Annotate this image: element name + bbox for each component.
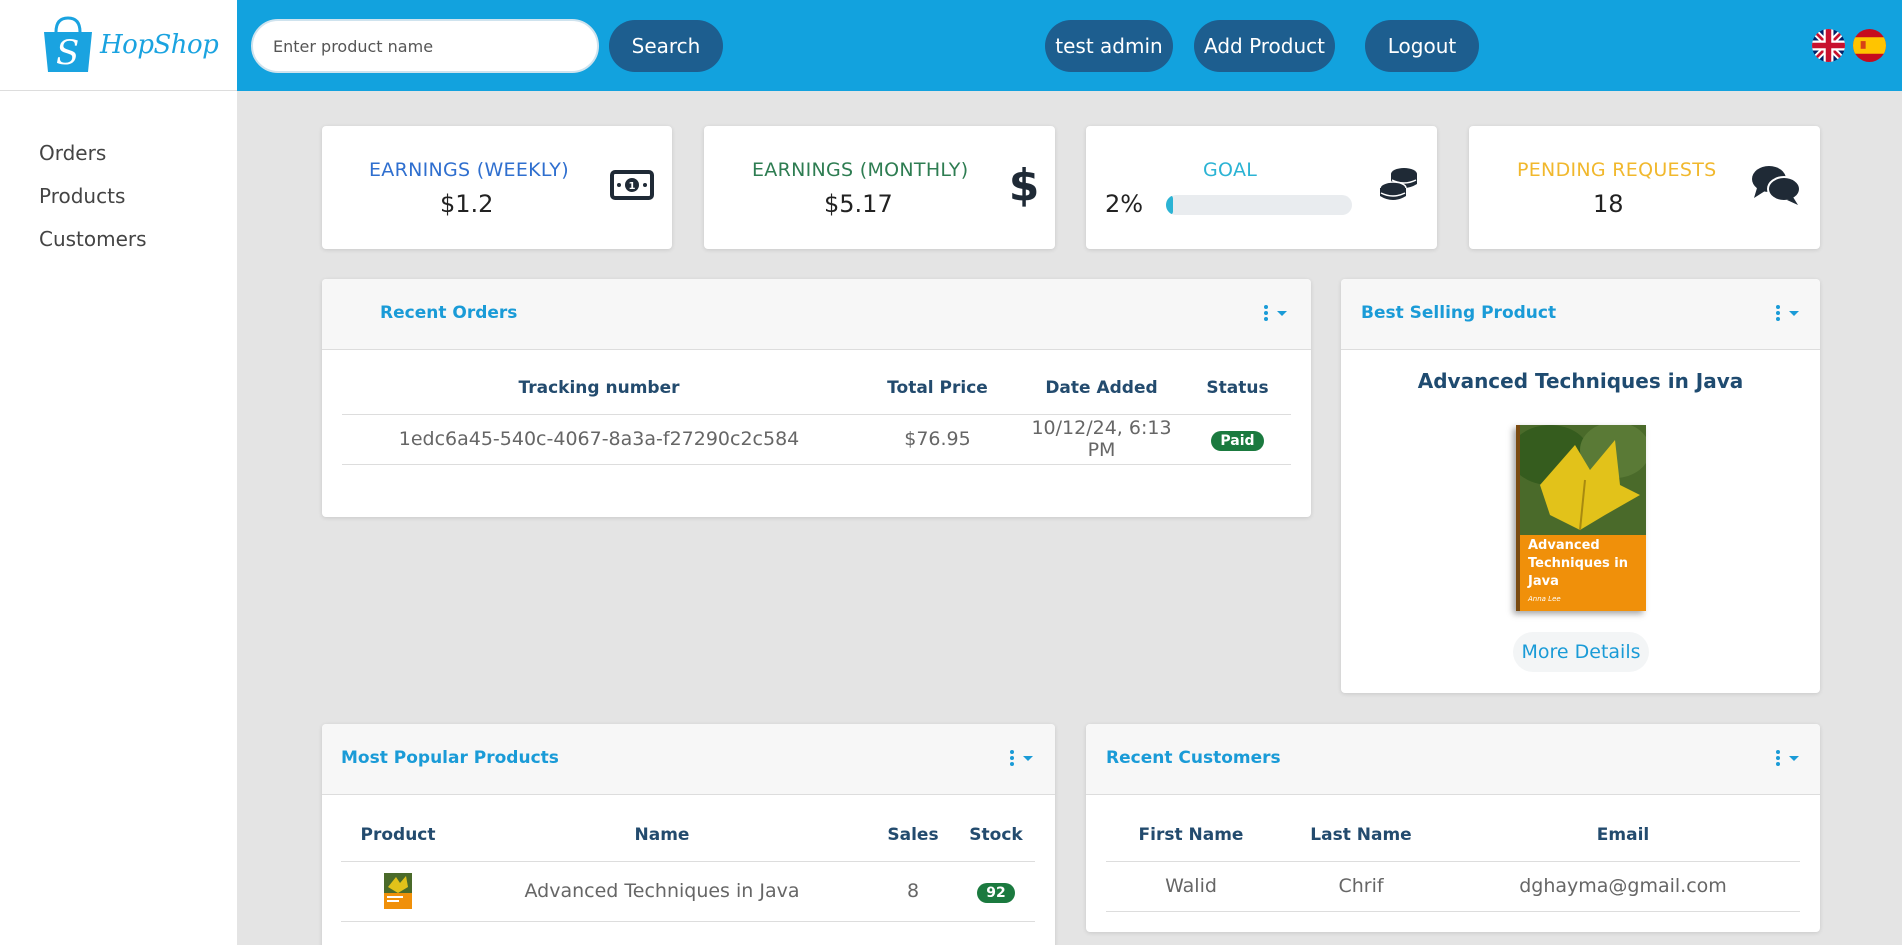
search-input[interactable] [251, 19, 599, 73]
panel-title: Recent Customers [1106, 748, 1281, 768]
dropdown-menu-icon[interactable] [1006, 748, 1040, 768]
date-added: 10/12/24, 6:13 PM [1019, 414, 1184, 465]
popular-products-panel: Most Popular Products Product Name Sales… [322, 724, 1055, 945]
svg-text:S: S [56, 33, 79, 73]
recent-customers-table: First Name Last Name Email Walid Chrif d… [1106, 809, 1800, 912]
stat-value: 2% [1105, 190, 1144, 218]
column-header: Status [1184, 362, 1291, 415]
en-flag-icon[interactable] [1812, 29, 1845, 62]
weekly-earnings-card: EARNINGS (WEEKLY) $1.2 1 [322, 126, 672, 249]
customer-email: dghayma@gmail.com [1446, 861, 1800, 912]
dropdown-menu-icon[interactable] [1260, 303, 1294, 323]
product-thumbnail[interactable] [384, 873, 412, 909]
dropdown-menu-icon[interactable] [1772, 748, 1806, 768]
customer-first-name: Walid [1106, 861, 1276, 912]
column-header: Product [341, 809, 455, 862]
add-product-button[interactable]: Add Product [1194, 20, 1335, 72]
status-badge: Paid [1211, 430, 1264, 451]
goal-progress-bar [1166, 195, 1352, 215]
stat-value: $5.17 [824, 190, 893, 218]
es-flag-icon[interactable] [1853, 29, 1886, 62]
dropdown-menu-icon[interactable] [1772, 303, 1806, 323]
column-header: Total Price [856, 362, 1019, 415]
stat-value: $1.2 [440, 190, 494, 218]
column-header: Tracking number [342, 362, 856, 415]
pending-requests-card: PENDING REQUESTS 18 [1469, 126, 1820, 249]
top-navbar: Search test admin Add Product Logout [237, 0, 1902, 91]
panel-title: Recent Orders [380, 303, 518, 323]
recent-orders-table: Tracking number Total Price Date Added S… [342, 362, 1291, 465]
product-sales: 8 [869, 861, 957, 922]
panel-header: Recent Customers [1086, 724, 1820, 795]
product-thumbnail-cell [341, 861, 455, 922]
panel-header: Recent Orders [322, 279, 1311, 350]
panel-title: Most Popular Products [341, 748, 559, 768]
column-header: Stock [957, 809, 1035, 862]
customer-last-name: Chrif [1276, 861, 1446, 912]
book-cover-author: Anna Lee [1528, 595, 1561, 603]
panel-header: Best Selling Product [1341, 279, 1820, 350]
table-row[interactable]: Walid Chrif dghayma@gmail.com [1106, 861, 1800, 912]
brand-name: HopShop [100, 30, 219, 60]
popular-products-table: Product Name Sales Stock Advanced Techni… [341, 809, 1035, 922]
best-selling-panel: Best Selling Product Advanced Techniques… [1341, 279, 1820, 693]
dollar-sign-icon: $ [1011, 162, 1037, 208]
total-price: $76.95 [856, 414, 1019, 465]
monthly-earnings-card: EARNINGS (MONTHLY) $5.17 $ [704, 126, 1055, 249]
more-details-button[interactable]: More Details [1513, 632, 1649, 672]
book-cover-title: Advanced Techniques in Java [1528, 538, 1628, 589]
goal-card: GOAL 2% [1086, 126, 1437, 249]
coins-icon [1379, 168, 1417, 200]
column-header: Last Name [1276, 809, 1446, 862]
logout-button[interactable]: Logout [1365, 20, 1479, 72]
sidebar-item-products[interactable]: Products [0, 184, 237, 227]
brand-logo[interactable]: S HopShop [0, 0, 237, 91]
status-cell: Paid [1184, 414, 1291, 465]
column-header: First Name [1106, 809, 1276, 862]
user-profile-button[interactable]: test admin [1045, 20, 1173, 72]
panel-title: Best Selling Product [1361, 303, 1557, 323]
stock-cell: 92 [957, 861, 1035, 922]
tracking-number: 1edc6a45-540c-4067-8a3a-f27290c2c584 [342, 414, 856, 465]
search-button[interactable]: Search [609, 20, 723, 72]
panel-header: Most Popular Products [322, 724, 1055, 795]
column-header: Email [1446, 809, 1800, 862]
goal-progress-fill [1166, 195, 1174, 215]
stock-badge: 92 [977, 882, 1015, 903]
comments-icon [1752, 166, 1801, 205]
recent-orders-panel: Recent Orders Tracking number Total Pric… [322, 279, 1311, 517]
recent-customers-panel: Recent Customers First Name Last Name Em… [1086, 724, 1820, 932]
product-name: Advanced Techniques in Java [455, 861, 869, 922]
stat-title: EARNINGS (WEEKLY) [369, 159, 569, 181]
column-header: Sales [869, 809, 957, 862]
column-header: Name [455, 809, 869, 862]
svg-text:$: $ [1011, 162, 1037, 208]
stat-value: 18 [1593, 190, 1624, 218]
sidebar: Orders Products Customers [0, 91, 237, 945]
table-row[interactable]: Advanced Techniques in Java 8 92 [341, 861, 1035, 922]
sidebar-item-orders[interactable]: Orders [0, 141, 237, 184]
money-bill-icon: 1 [610, 170, 654, 200]
stat-title: EARNINGS (MONTHLY) [752, 159, 969, 181]
book-cover-image[interactable]: Advanced Techniques in Java Anna Lee [1516, 425, 1646, 611]
svg-text:1: 1 [629, 181, 636, 192]
column-header: Date Added [1019, 362, 1184, 415]
stat-title: GOAL [1203, 159, 1258, 181]
shopping-bag-icon: S [44, 16, 92, 73]
table-row[interactable]: 1edc6a45-540c-4067-8a3a-f27290c2c584 $76… [342, 414, 1291, 465]
best-selling-product-name: Advanced Techniques in Java [1417, 369, 1744, 393]
sidebar-item-customers[interactable]: Customers [0, 227, 237, 270]
stat-title: PENDING REQUESTS [1517, 159, 1717, 181]
